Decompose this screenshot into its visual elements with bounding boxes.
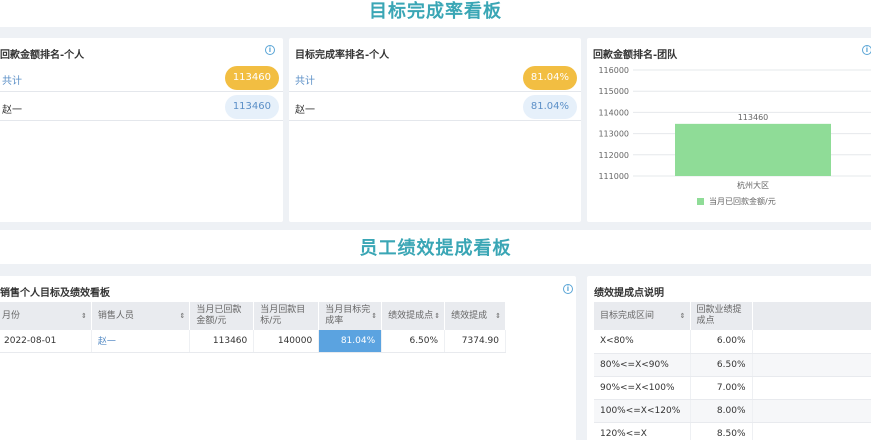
ranking-row-label: 共计 [295,76,315,87]
table-row[interactable]: 80%<=X<90% 6.50% [594,353,871,377]
ranking-value-pill: 113460 [224,95,279,119]
table-row[interactable]: X<80% 6.00% [594,330,871,354]
table-header-filler [752,302,871,330]
info-icon[interactable]: i [563,284,573,294]
team-payment-bar-chart: 116000 115000 114000 113000 112000 111000 1134… [598,66,871,206]
table-row[interactable]: 120%<=X 8.50% [594,422,871,440]
table-header-cell[interactable]: 当月回款目标/元 [253,302,320,330]
table-header-cell[interactable]: 销售人员 ⇕ [91,302,191,330]
commission-rate-card: 绩效提成点说明 目标完成区间 ⇕ 回款业绩提成点 X<80% 6.00% 80%<=X… [587,276,871,440]
table-row[interactable]: 2022-08-01 赵一 113460 140000 81.04% 6.50%… [0,330,506,353]
table-header-cell[interactable]: 回款业绩提成点 [690,302,753,330]
table-cell-empty [752,376,871,400]
table-cell: 80%<=X<90% [594,353,691,377]
ranking-value-pill: 81.04% [522,66,577,90]
bottom-section-title: 员工绩效提成看板 [359,238,512,259]
top-section-title: 目标完成率看板 [369,1,502,22]
table-cell: 120%<=X [594,422,691,440]
table-header-cell[interactable]: 绩效提成点 ⇕ [381,302,446,330]
sort-icon[interactable]: ⇕ [371,311,377,322]
table-header-cell[interactable]: 目标完成区间 ⇕ [594,302,691,330]
personal-payment-ranking-card: 回款金额排名-个人 i 共计 113460 赵一 113460 [0,38,283,222]
sort-icon[interactable]: ⇕ [81,311,87,322]
table-cell: 2022-08-01 [0,330,92,353]
sales-performance-table: 月份 ⇕ 销售人员 ⇕ 当月已回款金额/元 当月回款目标/元 当月目标完成率 ⇕ 绩效… [0,302,506,353]
card-title: 销售个人目标及绩效看板 [0,288,110,299]
sort-icon[interactable]: ⇕ [495,311,501,322]
legend-swatch [697,198,704,205]
ranking-row-label: 赵一 [295,105,315,116]
y-tick-label: 116000 [598,66,629,75]
table-cell-link[interactable]: 赵一 [91,330,191,353]
sort-icon[interactable]: ⇕ [680,311,686,322]
top-section-banner: 目标完成率看板 [0,0,871,27]
bottom-section-banner: 员工绩效提成看板 [0,230,871,264]
legend-label[interactable]: 当月已回款金额/元 [709,196,776,206]
ranking-value-pill: 81.04% [522,95,577,119]
personal-completion-ranking-card: 目标完成率排名-个人 共计 81.04% 赵一 81.04% [289,38,581,222]
sort-icon[interactable]: ⇕ [179,311,185,322]
ranking-value-pill: 113460 [224,66,279,90]
info-icon[interactable]: i [265,45,275,55]
table-cell: 6.50% [381,330,446,353]
y-tick-label: 111000 [598,172,629,181]
y-tick-label: 115000 [598,87,629,96]
card-title: 回款金额排名-个人 [0,50,85,61]
table-cell: 8.50% [690,422,753,440]
table-cell: 8.00% [690,399,753,423]
y-tick-label: 114000 [598,108,629,117]
table-cell-empty [752,353,871,377]
table-cell: 140000 [253,330,320,353]
table-cell: 7.00% [690,376,753,400]
table-header-row: 月份 ⇕ 销售人员 ⇕ 当月已回款金额/元 当月回款目标/元 当月目标完成率 ⇕ 绩效… [0,302,506,330]
card-title: 目标完成率排名-个人 [295,50,390,61]
team-payment-ranking-card: 回款金额排名-团队 i 116000 115000 114000 113000 1120… [587,38,871,222]
table-cell-empty [752,399,871,423]
ranking-row-total[interactable]: 共计 81.04% [289,64,581,92]
bar-0[interactable] [675,123,831,176]
ranking-row-total[interactable]: 共计 113460 [0,64,283,92]
table-cell: 6.50% [690,353,753,377]
ranking-row-person[interactable]: 赵一 81.04% [289,93,581,121]
table-header-cell[interactable]: 当月目标完成率 ⇕ [318,302,383,330]
table-cell: 7374.90 [444,330,506,353]
sales-performance-card: 销售个人目标及绩效看板 i 月份 ⇕ 销售人员 ⇕ 当月已回款金额/元 当月回款目标… [0,276,576,440]
card-title: 绩效提成点说明 [594,288,664,299]
table-cell-highlight: 81.04% [318,330,383,353]
table-cell: 90%<=X<100% [594,376,691,400]
y-tick-label: 112000 [598,151,629,160]
y-tick-label: 113000 [598,130,629,139]
table-row[interactable]: 90%<=X<100% 7.00% [594,376,871,400]
ranking-row-label: 赵一 [2,105,22,116]
table-header-cell[interactable]: 月份 ⇕ [0,302,92,330]
table-cell: X<80% [594,330,691,354]
table-cell-empty [752,422,871,440]
sort-icon[interactable]: ⇕ [434,311,440,322]
table-header-cell[interactable]: 当月已回款金额/元 [189,302,255,330]
x-tick-label: 杭州大区 [737,180,769,190]
table-header-row: 目标完成区间 ⇕ 回款业绩提成点 [594,302,871,330]
table-header-cell[interactable]: 绩效提成 ⇕ [444,302,506,330]
table-cell-empty [752,330,871,354]
table-cell: 100%<=X<120% [594,399,691,423]
ranking-row-label: 共计 [2,76,22,87]
bar-data-label: 113460 [738,113,769,122]
table-row[interactable]: 100%<=X<120% 8.00% [594,399,871,423]
table-cell: 6.00% [690,330,753,354]
table-cell: 113460 [189,330,255,353]
ranking-row-person[interactable]: 赵一 113460 [0,93,283,121]
commission-rate-table: 目标完成区间 ⇕ 回款业绩提成点 X<80% 6.00% 80%<=X<90% 6.50… [594,302,871,440]
